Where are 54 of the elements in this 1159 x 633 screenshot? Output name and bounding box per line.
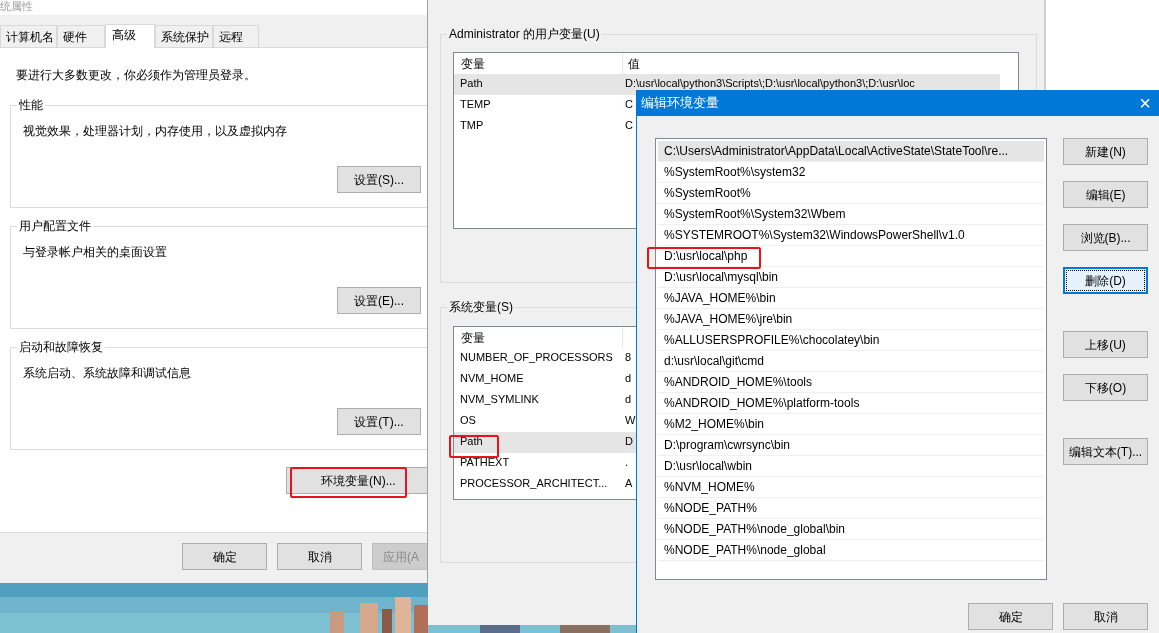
variable-value: 8: [624, 350, 632, 365]
dialog-button[interactable]: 确定: [968, 603, 1053, 630]
side-button[interactable]: 下移(O): [1063, 374, 1148, 401]
group-title: 用户配置文件: [17, 218, 93, 234]
settings-button[interactable]: 设置(S)...: [337, 166, 421, 193]
tab[interactable]: 系统保护: [155, 25, 213, 47]
group-title: 系统变量(S): [447, 299, 515, 315]
group-description: 与登录帐户相关的桌面设置: [23, 244, 168, 260]
column-header[interactable]: 值: [623, 53, 1018, 74]
variable-value: D: [624, 434, 633, 449]
variable-name: NUMBER_OF_PROCESSORS: [459, 350, 614, 365]
variable-name: TEMP: [459, 97, 492, 112]
group-title: Administrator 的用户变量(U): [447, 26, 602, 42]
variable-value: C: [624, 97, 633, 112]
notice-text: 要进行大多数更改，你必须作为管理员登录。: [16, 67, 257, 83]
settings-button[interactable]: 设置(E)...: [337, 287, 421, 314]
window-title: 统属性: [0, 0, 33, 12]
side-button[interactable]: 浏览(B)...: [1063, 224, 1148, 251]
variable-value: C: [624, 118, 633, 133]
variable-name: NVM_SYMLINK: [459, 392, 540, 407]
environment-variables-button[interactable]: 环境变量(N)...: [286, 467, 427, 494]
side-button[interactable]: 删除(D): [1063, 267, 1148, 294]
variable-value: D:\usr\local\python3\Scripts\;D:\usr\local\python3\;D:\usr\loc: [624, 76, 915, 91]
tab[interactable]: 硬件: [57, 25, 105, 47]
variable-name: Path: [459, 434, 484, 449]
close-button[interactable]: ×: [1135, 93, 1155, 113]
side-button[interactable]: 上移(U): [1063, 331, 1148, 358]
settings-button[interactable]: 设置(T)...: [337, 408, 421, 435]
variable-value: A: [624, 476, 633, 491]
path-item[interactable]: C:\Users\Administrator\AppData\Local\ActiveState\StateTool\re...: [658, 141, 1044, 162]
group-description: 视觉效果，处理器计划，内存使用，以及虚拟内存: [23, 123, 288, 139]
dialog-button[interactable]: 取消: [1063, 603, 1148, 630]
variable-name: NVM_HOME: [459, 371, 525, 386]
tab[interactable]: 远程: [213, 25, 259, 47]
variable-value: d: [624, 371, 632, 386]
dialog-button[interactable]: 确定: [182, 543, 267, 570]
variable-value: W: [624, 413, 636, 428]
variable-value: d: [624, 392, 632, 407]
side-button[interactable]: 新建(N): [1063, 138, 1148, 165]
group-title: 性能: [17, 97, 45, 113]
side-button[interactable]: 编辑文本(T)...: [1063, 438, 1148, 465]
group-title: 启动和故障恢复: [17, 339, 105, 355]
side-button[interactable]: 编辑(E): [1063, 181, 1148, 208]
group-description: 系统启动、系统故障和调试信息: [23, 365, 192, 381]
tab[interactable]: 高级: [105, 24, 155, 48]
variable-name: PROCESSOR_ARCHITECT...: [459, 476, 609, 491]
variable-name: PATHEXT: [459, 455, 511, 470]
dialog-button[interactable]: 取消: [277, 543, 362, 570]
variable-name: Path: [459, 76, 484, 91]
variable-name: TMP: [459, 118, 485, 133]
variable-value: .: [624, 455, 629, 470]
tab[interactable]: 计算机名: [0, 25, 57, 47]
window-title: 编辑环境变量: [641, 94, 719, 113]
variable-name: OS: [459, 413, 477, 428]
